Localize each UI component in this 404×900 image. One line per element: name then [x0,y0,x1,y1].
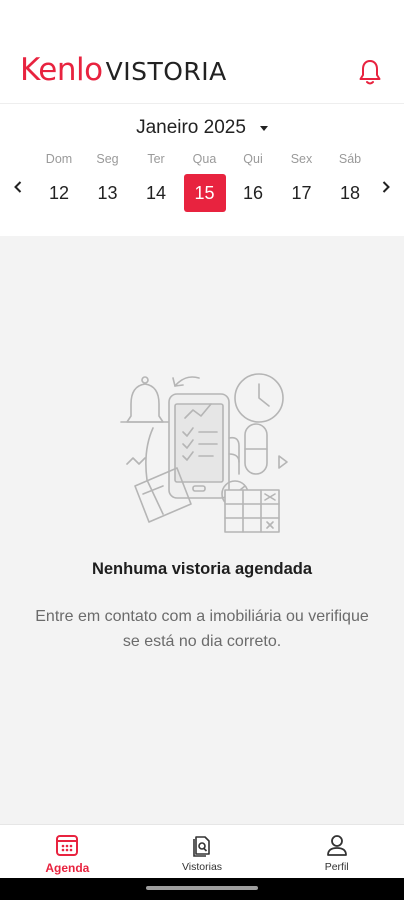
empty-schedule-illustration [120,373,288,533]
next-week-button[interactable] [374,174,398,200]
week-days: Dom 12 Seg 13 Ter 14 Qua 15 Qui 16 Sex 1… [38,148,371,220]
document-search-icon [189,832,215,858]
previous-week-button[interactable] [6,174,30,200]
day-thu[interactable]: Qui 16 [232,148,274,220]
day-name: Sex [290,152,313,166]
day-number: 18 [339,183,361,203]
day-mon[interactable]: Seg 13 [87,148,129,220]
month-label: Janeiro 2025 [136,117,246,138]
day-number: 17 [291,183,312,203]
brand-logo: Kenlo VISTORIA [20,52,227,92]
day-wed-selected[interactable]: Qua 15 [183,148,226,220]
day-name: Qua [192,152,217,166]
day-name: Seg [96,152,119,166]
day-fri[interactable]: Sex 17 [281,148,323,220]
nav-label: Agenda [45,861,90,875]
nav-vistorias[interactable]: Vistorias [135,825,270,878]
day-name: Dom [45,152,73,166]
bell-icon [359,60,381,85]
day-sat[interactable]: Sáb 18 [329,148,371,220]
day-name: Ter [147,152,165,166]
day-number: 13 [97,183,118,203]
month-selector[interactable]: Janeiro 2025 [0,110,404,146]
schedule-content: Nenhuma vistoria agendada Entre em conta… [0,236,404,824]
calendar-icon [54,832,80,858]
app-header: Kenlo VISTORIA [0,0,404,104]
nav-agenda[interactable]: Agenda [0,825,135,878]
home-indicator[interactable] [146,886,258,890]
week-calendar: Janeiro 2025 Dom 12 Seg 13 Ter 14 Qua 15… [0,104,404,236]
system-navigation-bar [0,878,404,900]
empty-state-title: Nenhuma vistoria agendada [91,560,313,578]
nav-label: Perfil [324,861,349,873]
day-number: 15 [183,174,226,212]
nav-perfil[interactable]: Perfil [269,825,404,878]
day-number: 14 [145,183,167,203]
brand-kenlo-text: Kenlo [20,52,103,88]
day-sun[interactable]: Dom 12 [38,148,80,220]
day-name: Qui [243,152,263,166]
user-icon [324,832,350,858]
bottom-navigation: Agenda Vistorias Perfil [0,824,404,878]
notifications-button[interactable] [356,57,384,87]
day-number: 12 [48,183,70,203]
brand-vistoria-text: VISTORIA [105,57,227,86]
nav-label: Vistorias [181,861,223,873]
day-name: Sáb [338,152,362,166]
chevron-left-icon [14,181,22,193]
caret-down-icon [259,125,268,131]
chevron-right-icon [382,181,390,193]
empty-state-description: Entre em contato com a imobiliária ou ve… [35,608,369,650]
day-tue[interactable]: Ter 14 [135,148,177,220]
day-number: 16 [242,183,264,203]
